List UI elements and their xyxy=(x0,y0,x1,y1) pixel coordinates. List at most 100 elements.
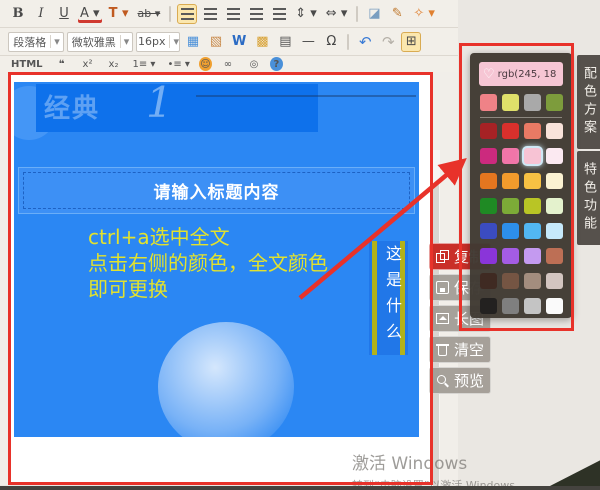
title-input-box[interactable]: 请输入标题内容 xyxy=(18,167,415,214)
body-text-line[interactable]: 即可更换 xyxy=(88,276,328,302)
color-swatch[interactable] xyxy=(480,173,497,189)
blue-template[interactable]: 经典 1 请输入标题内容 ctrl+a选中全文 点击右侧的颜色，全文颜色 即可更换 … xyxy=(14,82,419,437)
text-bg-color-button[interactable]: T ▾ xyxy=(106,4,132,24)
indent-button[interactable] xyxy=(269,4,289,24)
paragraph-format-select[interactable]: 段落格 xyxy=(8,31,64,52)
line-height-button[interactable]: ⇕ ▾ xyxy=(292,4,320,24)
color-swatch[interactable] xyxy=(546,223,563,239)
color-swatch[interactable] xyxy=(524,223,541,239)
ordered-list-button[interactable]: 1≡ ▾ xyxy=(130,57,159,71)
color-swatch[interactable] xyxy=(502,198,519,214)
color-swatch[interactable] xyxy=(546,198,563,214)
align-justify-button[interactable] xyxy=(246,4,266,24)
color-picker-panel: ♡ rgb(245, 18 xyxy=(470,53,572,318)
help-button[interactable]: ? xyxy=(269,57,283,71)
format-eraser-button[interactable]: ◪ xyxy=(364,4,384,24)
color-swatch[interactable] xyxy=(502,273,519,289)
fullscreen-button[interactable]: ⊞ xyxy=(401,31,422,52)
color-swatch[interactable] xyxy=(502,173,519,189)
format-painter-button[interactable]: ✎ xyxy=(387,4,407,24)
color-swatch[interactable] xyxy=(546,248,563,264)
color-swatch[interactable] xyxy=(502,123,519,139)
color-swatch[interactable] xyxy=(502,223,519,239)
insert-table-button[interactable]: ▦ xyxy=(183,32,203,52)
insert-video-button[interactable]: ▤ xyxy=(275,32,295,52)
font-family-select[interactable]: 微软雅黑 xyxy=(67,31,133,52)
theme-swatch[interactable] xyxy=(524,94,541,111)
toolbar-row-3: HTML ❝ x² x₂ 1≡ ▾ •≡ ▾ ☺ ∞ ◎ ? xyxy=(0,56,458,72)
body-text-line[interactable]: 点击右侧的颜色，全文颜色 xyxy=(88,250,328,276)
color-swatch[interactable] xyxy=(480,273,497,289)
color-swatch[interactable] xyxy=(524,173,541,189)
align-right-button[interactable] xyxy=(223,4,243,24)
link-button[interactable]: ∞ xyxy=(218,57,238,71)
color-swatch[interactable] xyxy=(524,273,541,289)
redo-button[interactable]: ↷ xyxy=(378,32,398,52)
color-swatch[interactable] xyxy=(546,123,563,139)
color-swatch[interactable] xyxy=(502,248,519,264)
special-char-button[interactable]: Ω xyxy=(321,32,341,52)
color-swatch[interactable] xyxy=(546,298,563,314)
vertical-text[interactable]: 这是什么 xyxy=(380,245,404,349)
color-swatch[interactable] xyxy=(480,248,497,264)
color-swatch[interactable] xyxy=(524,248,541,264)
screenshot-button[interactable]: ▩ xyxy=(252,32,272,52)
color-swatch[interactable] xyxy=(502,298,519,314)
letter-spacing-button[interactable]: ⇔ ▾ xyxy=(323,4,351,24)
separator[interactable] xyxy=(347,33,350,50)
color-swatch[interactable] xyxy=(480,298,497,314)
color-swatch[interactable] xyxy=(524,298,541,314)
search-icon xyxy=(436,374,449,387)
blockquote-button[interactable]: ❝ xyxy=(52,57,72,71)
body-text-line[interactable]: ctrl+a选中全文 xyxy=(88,224,328,250)
color-swatch[interactable] xyxy=(546,173,563,189)
underline-button[interactable]: U xyxy=(54,4,74,24)
find-button[interactable]: ◎ xyxy=(244,57,264,71)
color-swatch[interactable] xyxy=(524,123,541,139)
bold-button[interactable]: B xyxy=(8,4,28,24)
body-text[interactable]: ctrl+a选中全文 点击右侧的颜色，全文颜色 即可更换 xyxy=(88,224,328,302)
superscript-button[interactable]: x² xyxy=(78,57,98,71)
tab-color-schemes[interactable]: 配色方案 xyxy=(577,55,600,149)
import-word-button[interactable]: W xyxy=(229,32,249,52)
font-color-button[interactable]: A ▾ xyxy=(77,4,103,24)
subscript-button[interactable]: x₂ xyxy=(104,57,124,71)
color-swatch[interactable] xyxy=(524,198,541,214)
editor-canvas[interactable]: 经典 1 请输入标题内容 ctrl+a选中全文 点击右侧的颜色，全文颜色 即可更换 … xyxy=(11,75,440,490)
align-center-button[interactable] xyxy=(200,4,220,24)
color-swatch[interactable] xyxy=(546,273,563,289)
italic-button[interactable]: I xyxy=(31,4,51,24)
theme-swatch[interactable] xyxy=(502,94,519,111)
font-size-select[interactable]: 16px xyxy=(136,31,180,52)
strikethrough-button[interactable]: ab ▾ xyxy=(134,4,163,24)
side-tab-strip: 配色方案 特色功能 xyxy=(577,55,600,245)
one-key-beautify-button[interactable]: ✧ ▾ xyxy=(410,4,438,24)
color-swatch[interactable] xyxy=(546,148,563,164)
favorite-color-chip[interactable]: ♡ rgb(245, 18 xyxy=(479,62,563,86)
undo-button[interactable]: ↶ xyxy=(355,32,375,52)
color-swatch[interactable] xyxy=(480,148,497,164)
color-swatch[interactable] xyxy=(502,148,519,164)
horizontal-rule-button[interactable]: — xyxy=(298,32,318,52)
favorite-color-label: rgb(245, 18 xyxy=(497,68,557,80)
preview-button[interactable]: 预览 xyxy=(429,367,491,394)
unordered-list-button[interactable]: •≡ ▾ xyxy=(164,57,192,71)
theme-swatch[interactable] xyxy=(480,94,497,111)
theme-swatch[interactable] xyxy=(546,94,563,111)
title-placeholder[interactable]: 请输入标题内容 xyxy=(23,172,410,209)
divider-line xyxy=(196,95,416,97)
color-swatch[interactable] xyxy=(524,148,541,164)
color-swatch[interactable] xyxy=(480,223,497,239)
color-swatch[interactable] xyxy=(480,123,497,139)
emoji-button[interactable]: ☺ xyxy=(198,57,212,71)
color-swatch[interactable] xyxy=(480,198,497,214)
clear-button[interactable]: 清空 xyxy=(429,336,491,363)
separator[interactable] xyxy=(169,5,172,22)
insert-image-button[interactable]: ▧ xyxy=(206,32,226,52)
separator[interactable] xyxy=(356,5,359,22)
vertical-text-box[interactable]: 这是什么 xyxy=(369,241,408,355)
html-source-button[interactable]: HTML xyxy=(8,57,46,71)
toolbar-row-1: B I U A ▾ T ▾ ab ▾ ⇕ ▾ ⇔ ▾ ◪ ✎ ✧ ▾ xyxy=(0,0,458,28)
tab-featured-functions[interactable]: 特色功能 xyxy=(577,151,600,245)
align-left-button[interactable] xyxy=(177,3,198,24)
